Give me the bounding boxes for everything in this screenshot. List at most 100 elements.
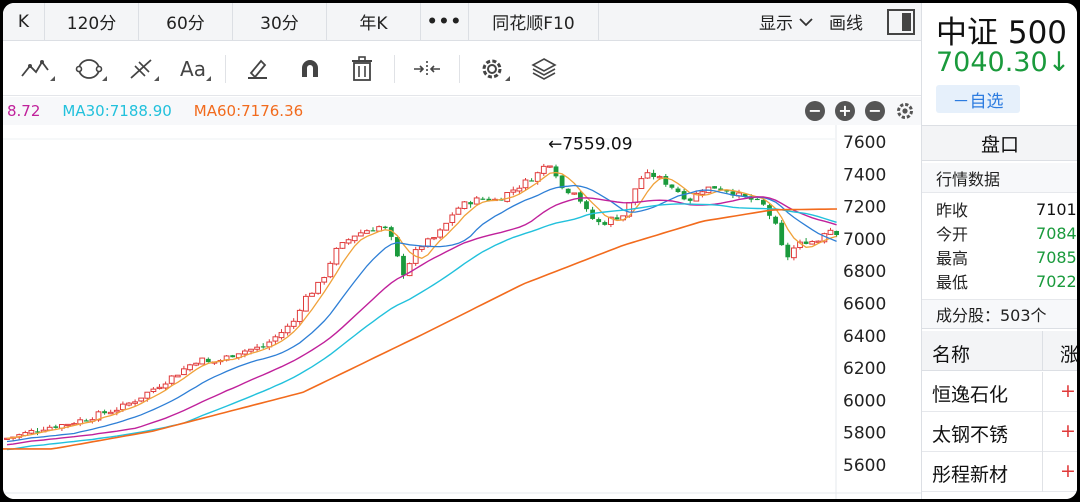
candle-down	[712, 186, 717, 189]
candle-up	[510, 189, 517, 193]
column-divider	[1042, 452, 1043, 492]
candle-up	[187, 364, 193, 371]
candle-up	[443, 222, 450, 231]
quote-label: 昨收	[936, 201, 969, 220]
settings-icon	[482, 59, 502, 78]
candle-up	[309, 292, 315, 297]
candle-down	[230, 355, 236, 358]
toolbar-divider	[459, 54, 460, 83]
ma-settings-icon[interactable]	[895, 101, 915, 121]
quote-row-low: 最低 7022.6	[936, 269, 1077, 293]
candle-up	[162, 383, 169, 389]
zoom-in-icon[interactable]: +	[835, 101, 855, 121]
candle-down	[553, 166, 559, 177]
kline-chart[interactable]: 7600 7400 7200 7000 6800 6600 6400 6200 6000 5800…	[3, 125, 921, 499]
draw-line-button[interactable]: 画线	[829, 9, 863, 34]
quote-label: 最高	[936, 249, 969, 268]
candle-down	[382, 226, 388, 229]
candle-up	[418, 246, 425, 250]
candle-up	[534, 172, 541, 182]
y-tick-label: 5600	[843, 456, 886, 476]
column-header-name[interactable]: 名称	[932, 340, 970, 367]
magnet-button[interactable]	[284, 49, 336, 89]
candle-up	[632, 188, 639, 203]
tab-120min[interactable]: 120分	[45, 3, 139, 41]
line-tool-button[interactable]	[11, 49, 63, 89]
ma30-line	[6, 203, 837, 451]
candle-up	[126, 402, 132, 406]
table-row[interactable]: 太钢不锈 +1	[922, 412, 1077, 452]
candle-up	[339, 242, 346, 249]
column-divider	[1042, 331, 1043, 371]
cycle-tool-icon	[75, 58, 103, 79]
candle-up	[113, 409, 120, 413]
line-tool-icon	[21, 59, 49, 77]
quote-row-prev-close: 昨收 7101.8	[936, 197, 1077, 221]
tab-year-k[interactable]: 年K	[327, 3, 421, 41]
candle-up	[504, 192, 511, 202]
table-row[interactable]: 彤程新材 +1	[922, 452, 1077, 492]
display-dropdown[interactable]: 显示	[759, 9, 813, 34]
candle-up	[327, 262, 334, 278]
eraser-button[interactable]	[232, 49, 284, 89]
index-title: 中证 500	[936, 15, 1068, 51]
candle-up	[174, 374, 181, 378]
candle-down	[596, 219, 602, 223]
tab-order-book[interactable]: 盘口	[922, 125, 1077, 161]
candle-down	[260, 346, 266, 348]
zoom-out-icon[interactable]: −	[865, 101, 885, 121]
ma20-legend: 8.72	[7, 102, 41, 120]
candle-down	[687, 198, 693, 201]
candle-up	[540, 165, 547, 174]
candle-down	[779, 222, 785, 246]
candle-down	[401, 255, 406, 276]
panel-toggle-icon[interactable]	[887, 8, 915, 35]
tab-more[interactable]: •••	[421, 3, 469, 41]
screen-frame: K 120分 60分 30分 年K ••• 同花顺F10 显示 画线 Aa 8.…	[0, 0, 1080, 502]
text-tool-button[interactable]: Aa	[167, 49, 219, 89]
tab-30min[interactable]: 30分	[233, 3, 327, 41]
tab-60min[interactable]: 60分	[139, 3, 233, 41]
candle-up	[644, 172, 651, 179]
quote-section-title: 行情数据	[922, 163, 1077, 193]
candle-up	[364, 230, 370, 234]
split-button[interactable]	[401, 49, 453, 89]
candle-down	[614, 217, 620, 220]
fork-tool-button[interactable]	[115, 49, 167, 89]
stock-name: 太钢不锈	[932, 424, 1009, 446]
kline-svg[interactable]: 7600 7400 7200 7000 6800 6600 6400 6200 6000 5800…	[3, 125, 921, 499]
candle-up	[272, 336, 279, 342]
settings-button[interactable]	[466, 49, 518, 89]
y-tick-label: 7400	[843, 165, 886, 185]
candle-up	[168, 375, 175, 384]
y-tick-label: 6200	[843, 359, 886, 379]
candle-up	[284, 325, 291, 334]
candle-up	[449, 214, 456, 224]
layers-icon	[531, 57, 557, 80]
candle-down	[565, 188, 571, 194]
tab-k[interactable]: K	[3, 3, 45, 41]
layers-button[interactable]	[518, 49, 570, 89]
table-row[interactable]: 恒逸石化 +1	[922, 372, 1077, 412]
candle-up	[638, 178, 645, 190]
collapse-icon[interactable]: −	[805, 101, 825, 121]
cycle-tool-button[interactable]	[63, 49, 115, 89]
tab-f10[interactable]: 同花顺F10	[469, 3, 599, 41]
quote-value: 7085.3	[1036, 247, 1077, 267]
y-tick-label: 6000	[843, 391, 886, 411]
dropdown-corner-icon	[102, 75, 107, 81]
stock-change: +1	[1060, 420, 1077, 442]
candle-up	[547, 165, 553, 168]
column-header-change[interactable]: 涨	[1060, 340, 1077, 367]
toolbar-divider	[225, 54, 226, 83]
candle-down	[468, 202, 473, 205]
candle-up	[156, 386, 163, 390]
candle-up	[351, 235, 358, 242]
dropdown-corner-icon	[154, 75, 159, 81]
remove-watchlist-button[interactable]: －自选	[936, 85, 1020, 113]
candle-up	[193, 362, 199, 366]
candle-up	[461, 201, 468, 209]
ma60-legend: MA60:7176.36	[193, 102, 304, 120]
candle-up	[181, 368, 187, 376]
delete-button[interactable]	[336, 49, 388, 89]
